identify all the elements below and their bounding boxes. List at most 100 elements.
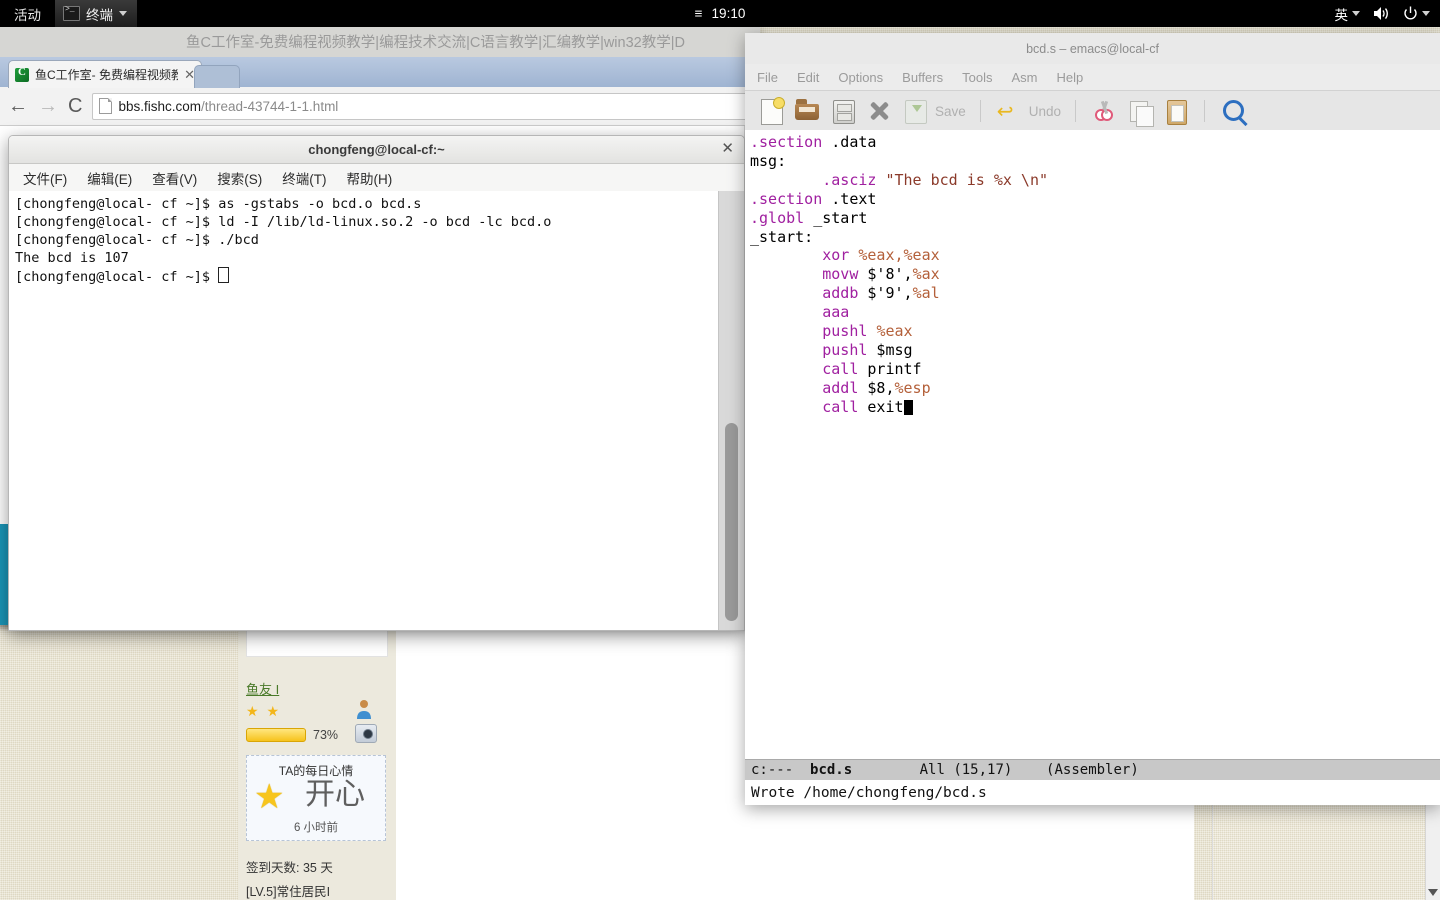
code-token: %al <box>912 284 940 303</box>
close-icon[interactable]: ✕ <box>721 140 734 158</box>
code-token: "The bcd is %x \n" <box>885 170 1049 189</box>
new-file-icon[interactable] <box>757 97 785 125</box>
user-rank-link[interactable]: 鱼友 I <box>246 679 279 698</box>
code-line: movw $'8',%ax <box>750 265 1440 284</box>
calendar-icon: ≡ <box>694 6 703 21</box>
menu-options[interactable]: Options <box>838 70 883 85</box>
code-line: .section .text <box>750 190 1440 209</box>
terminal-scrollbar[interactable] <box>718 191 744 630</box>
emacs-titlebar: bcd.s – emacs@local-cf <box>745 33 1440 64</box>
menu-file[interactable]: File <box>757 70 778 85</box>
code-token: %eax,%eax <box>858 246 940 265</box>
search-icon[interactable] <box>1219 97 1247 125</box>
code-token: printf <box>858 359 922 378</box>
progress-bar <box>246 728 306 742</box>
url-host: bbs.fishc.com <box>118 98 201 114</box>
terminal-scrollbar-thumb[interactable] <box>725 423 738 621</box>
emacs-window: bcd.s – emacs@local-cf File Edit Options… <box>745 33 1440 805</box>
menu-help[interactable]: Help <box>1056 70 1083 85</box>
menu-edit[interactable]: 编辑(E) <box>87 168 132 188</box>
menu-search[interactable]: 搜索(S) <box>217 168 262 188</box>
app-menu-button[interactable]: 终端 <box>55 0 137 27</box>
toolbar-divider <box>979 100 981 122</box>
app-menu-label: 终端 <box>86 7 113 23</box>
open-file-icon[interactable] <box>793 97 821 125</box>
happy-star-icon: ★ <box>254 778 285 816</box>
progress-percent: 73% <box>313 728 339 742</box>
address-bar-url: bbs.fishc.com/thread-43744-1-1.html <box>118 99 338 114</box>
menu-terminal[interactable]: 终端(T) <box>282 168 326 188</box>
emacs-toolbar: Save ↩ Undo <box>745 91 1440 132</box>
chevron-down-icon <box>119 11 127 16</box>
terminal-titlebar: chongfeng@local-cf:~ ✕ <box>9 136 744 164</box>
chevron-down-icon[interactable] <box>1428 889 1438 896</box>
code-token: xor <box>822 246 850 265</box>
modeline-buffer: bcd.s <box>810 762 853 778</box>
emacs-code-buffer[interactable]: .section .data msg: .asciz "The bcd is %x… <box>745 130 1440 760</box>
clock-area[interactable]: ≡ 19:10 <box>620 6 820 21</box>
browser-tab-title: 鱼C工作室- 免费编程视频教 <box>35 68 179 82</box>
modeline-flags: c:--- <box>751 762 794 778</box>
menu-help[interactable]: 帮助(H) <box>347 168 393 188</box>
code-line: .section .data <box>750 133 1440 152</box>
save-icon[interactable] <box>901 97 929 125</box>
power-menu-button[interactable] <box>1403 6 1430 21</box>
browser-tab[interactable]: 鱼C工作室- 免费编程视频教 ✕ <box>8 60 202 88</box>
user-level: [LV.5]常住居民I <box>246 885 331 899</box>
forward-button[interactable]: → <box>38 96 58 116</box>
code-token: addl <box>822 378 859 397</box>
code-line: pushl %eax <box>750 322 1440 341</box>
menu-tools[interactable]: Tools <box>962 70 992 85</box>
menu-buffers[interactable]: Buffers <box>902 70 943 85</box>
terminal-line: [chongfeng@local- cf ~]$ ./bcd <box>15 232 259 248</box>
code-line: aaa <box>750 303 1440 322</box>
copy-icon[interactable] <box>1126 97 1155 127</box>
undo-icon[interactable]: ↩ <box>995 97 1023 125</box>
webcam-icon[interactable] <box>355 724 377 743</box>
address-bar[interactable]: bbs.fishc.com/thread-43744-1-1.html <box>92 92 752 120</box>
back-button[interactable]: ← <box>8 96 28 116</box>
menu-edit[interactable]: Edit <box>797 70 819 85</box>
gnome-top-bar: 活动 终端 ≡ 19:10 英 <box>0 0 1440 27</box>
user-progress: 73% <box>246 728 338 742</box>
code-token: pushl <box>822 340 868 359</box>
input-method-indicator[interactable]: 英 <box>1335 4 1360 24</box>
code-token: .data <box>822 133 877 151</box>
code-line: call printf <box>750 360 1440 379</box>
modeline-mode: (Assembler) <box>1046 762 1139 778</box>
menu-file[interactable]: 文件(F) <box>23 168 67 188</box>
terminal-cursor <box>218 267 230 283</box>
menu-asm[interactable]: Asm <box>1011 70 1037 85</box>
toolbar-divider <box>1204 100 1206 122</box>
emacs-echo-area: Wrote /home/chongfeng/bcd.s <box>745 780 1440 805</box>
user-stars: ★ ★ <box>246 703 281 719</box>
mood-title: TA的每日心情 <box>278 764 354 778</box>
terminal-window: chongfeng@local-cf:~ ✕ 文件(F) 编辑(E) 查看(V)… <box>8 135 745 631</box>
close-buffer-icon[interactable] <box>865 97 893 125</box>
mood-word: 开心 <box>305 777 365 812</box>
code-line: _start: <box>750 228 1440 247</box>
terminal-output[interactable]: [chongfeng@local- cf ~]$ as -gstabs -o b… <box>9 191 744 630</box>
new-tab-button[interactable] <box>194 65 240 88</box>
code-token: .asciz <box>822 170 877 189</box>
code-line: msg: <box>750 152 1440 171</box>
cut-icon[interactable] <box>1090 97 1118 125</box>
reload-button[interactable]: C <box>68 96 82 116</box>
volume-icon[interactable] <box>1373 6 1390 21</box>
activities-button[interactable]: 活动 <box>0 4 55 24</box>
code-token: $'8', <box>858 265 913 284</box>
terminal-window-title: chongfeng@local-cf:~ <box>308 142 445 157</box>
chevron-down-icon <box>1352 11 1360 16</box>
page-icon <box>99 98 113 114</box>
code-token: $8, <box>858 378 895 397</box>
menu-view[interactable]: 查看(V) <box>152 168 197 188</box>
power-icon <box>1404 6 1417 20</box>
save-as-icon[interactable] <box>829 97 857 125</box>
code-token: _start <box>804 208 868 227</box>
paste-icon[interactable] <box>1162 97 1190 125</box>
code-token: %eax <box>876 322 913 341</box>
